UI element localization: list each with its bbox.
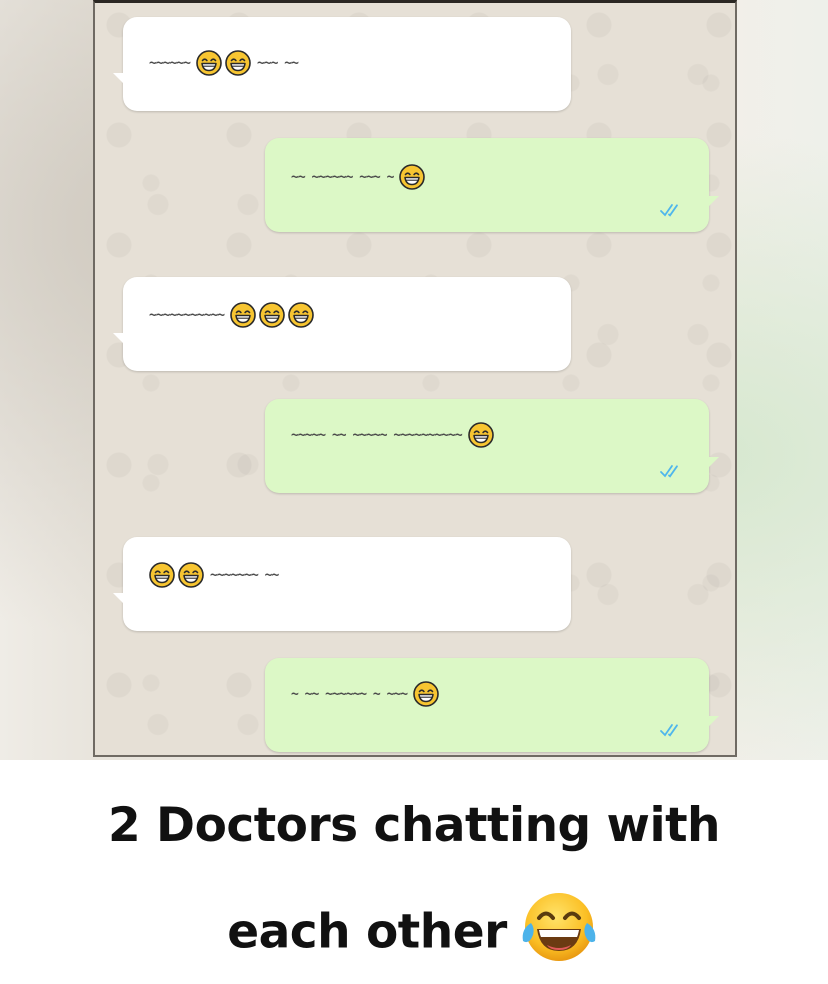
double-check-read-icon bbox=[659, 463, 685, 479]
incoming-message-bubble: ~~~~~~~~~~~ bbox=[113, 277, 571, 371]
laughing-emoji-icon bbox=[149, 562, 175, 588]
outgoing-message-bubble: ~~~~~ ~~ ~~~~~ ~~~~~~~~~~ bbox=[265, 399, 719, 493]
caption-line-2: each other bbox=[0, 893, 828, 977]
tears-of-joy-emoji-icon bbox=[517, 885, 601, 969]
laughing-emoji-icon bbox=[399, 164, 426, 190]
outgoing-message-bubble: ~~ ~~~~~~ ~~~ ~ bbox=[265, 138, 719, 232]
laughing-emoji-icon bbox=[413, 681, 439, 707]
double-check-read-icon bbox=[659, 202, 685, 218]
incoming-message-bubble: ~~~~~~ ~~~ ~~ bbox=[113, 17, 571, 111]
message-text: ~~ ~~~~~~ ~~~ ~ bbox=[291, 169, 394, 185]
outgoing-message-bubble: ~ ~~ ~~~~~~ ~ ~~~ bbox=[265, 658, 719, 752]
message-text: ~~~~~~~ ~~ bbox=[210, 567, 279, 583]
laughing-emoji-icon bbox=[178, 562, 204, 588]
incoming-message-bubble: ~~~~~~~ ~~ bbox=[113, 537, 571, 631]
caption-text: each other bbox=[227, 904, 507, 960]
laughing-emoji-icon bbox=[467, 422, 494, 448]
laughing-emoji-icon bbox=[288, 302, 314, 328]
message-text: ~~~ ~~ bbox=[256, 55, 299, 71]
laughing-emoji-icon bbox=[259, 302, 285, 328]
caption-line-1: 2 Doctors chatting with bbox=[107, 798, 721, 853]
message-text: ~~~~~~~~~~~ bbox=[149, 307, 225, 323]
message-text: ~~~~~~ bbox=[149, 55, 191, 71]
message-text: ~~~~~ ~~ ~~~~~ ~~~~~~~~~~ bbox=[291, 427, 463, 443]
laughing-emoji-icon bbox=[196, 50, 222, 76]
laughing-emoji-icon bbox=[225, 50, 251, 76]
laughing-emoji-icon bbox=[230, 302, 256, 328]
chat-screenshot: ~~~~~~ ~~~ ~~ ~~ ~~~~~~ ~~~ ~ ~~~~~~~~~~… bbox=[93, 0, 737, 757]
double-check-read-icon bbox=[659, 722, 685, 738]
message-text: ~ ~~ ~~~~~~ ~ ~~~ bbox=[291, 686, 408, 702]
